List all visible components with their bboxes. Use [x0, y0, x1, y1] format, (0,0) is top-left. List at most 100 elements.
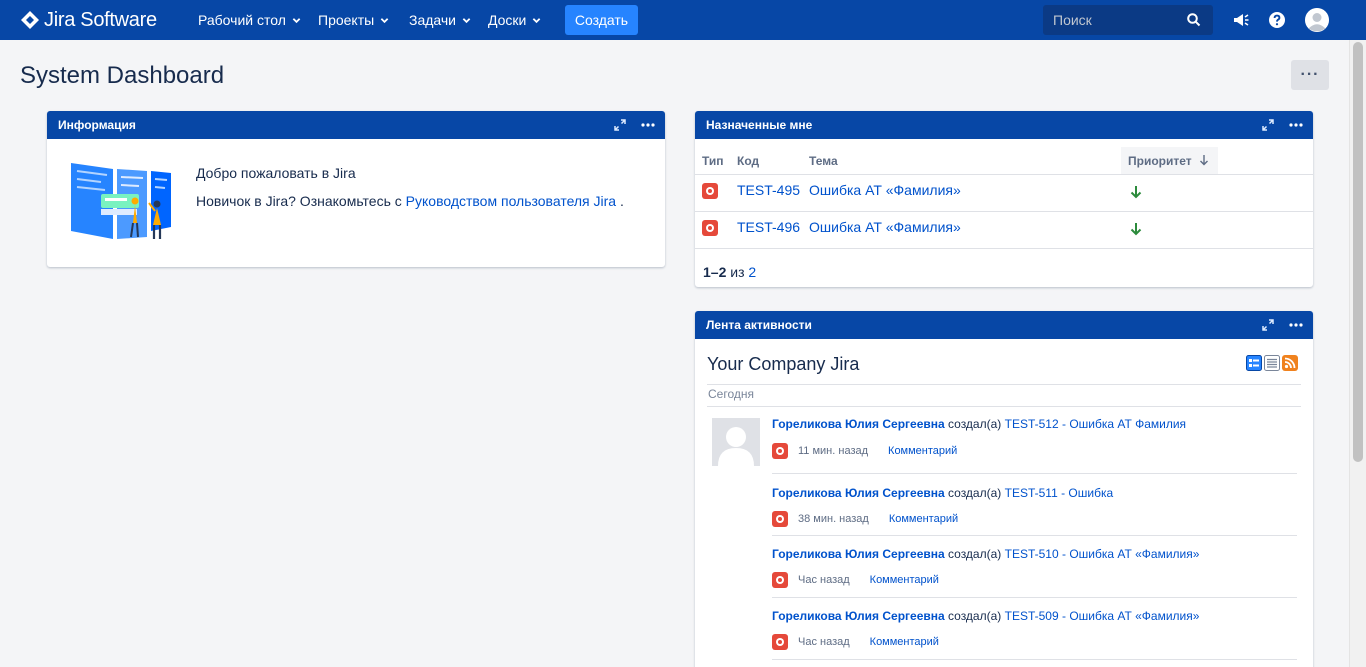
activity-time: Час назад	[798, 574, 850, 586]
list-view-icon[interactable]	[1264, 355, 1280, 371]
activity-action: создал(а)	[948, 486, 1002, 500]
activity-issue-link[interactable]: TEST-511 - Ошибка	[1005, 486, 1114, 500]
notifications-megaphone-icon[interactable]	[1231, 10, 1251, 30]
activity-entry-divider	[772, 659, 1297, 660]
column-header-key[interactable]: Код	[737, 147, 759, 175]
dashboard-more-button[interactable]: ···	[1291, 60, 1329, 90]
page-scrollbar[interactable]	[1349, 40, 1366, 667]
sort-descending-icon	[1199, 155, 1208, 166]
info-gadget-title: Информация	[58, 118, 136, 132]
info-gadget: Информация Добро пожаловать в Jira Нович…	[47, 111, 665, 267]
user-avatar[interactable]	[1305, 8, 1329, 32]
activity-user-link[interactable]: Гореликова Юлия Сергеевна	[772, 486, 945, 500]
column-header-type[interactable]: Тип	[702, 147, 724, 175]
search-box	[1043, 5, 1213, 35]
activity-stream-title: Your Company Jira	[707, 354, 860, 374]
nav-dashboards-label: Рабочий стол	[198, 12, 286, 28]
bug-issue-type-icon	[702, 220, 718, 236]
pager-total-link[interactable]: 2	[748, 264, 756, 280]
full-view-icon[interactable]	[1246, 355, 1262, 371]
user-avatar[interactable]	[712, 418, 760, 466]
info-gadget-header: Информация	[47, 111, 665, 139]
issue-summary-link[interactable]: Ошибка АТ «Фамилия»	[809, 219, 961, 235]
activity-issue-link[interactable]: TEST-509 - Ошибка АТ «Фамилия»	[1005, 609, 1200, 623]
activity-issue-link[interactable]: TEST-510 - Ошибка АТ «Фамилия»	[1005, 547, 1200, 561]
activity-entry-text: Гореликова Юлия Сергеевна создал(а) TEST…	[772, 547, 1297, 561]
activity-entry-divider	[772, 597, 1297, 598]
chevron-down-icon	[380, 17, 389, 23]
activity-issue-link[interactable]: TEST-512 - Ошибка АТ Фамилия	[1005, 417, 1186, 431]
create-button[interactable]: Создать	[565, 5, 638, 35]
logo-text: Jira Software	[44, 8, 157, 31]
nav-boards-label: Доски	[488, 12, 527, 28]
rss-feed-icon[interactable]	[1282, 355, 1298, 371]
activity-title-divider	[707, 384, 1301, 385]
row-divider	[695, 248, 1313, 249]
activity-user-link[interactable]: Гореликова Юлия Сергеевна	[772, 417, 945, 431]
maximize-icon[interactable]	[1261, 118, 1275, 132]
nav-boards[interactable]: Доски	[488, 0, 541, 40]
user-guide-link[interactable]: Руководством пользователя Jira	[406, 193, 616, 209]
activity-stream-gadget: Лента активности Your Company Jira Сегод…	[695, 311, 1313, 667]
assigned-gadget-header: Назначенные мне	[695, 111, 1313, 139]
row-divider	[695, 211, 1313, 212]
activity-action: создал(а)	[948, 547, 1002, 561]
search-icon[interactable]	[1187, 13, 1201, 27]
pager-of: из	[730, 264, 745, 280]
arrow-down-icon	[1130, 186, 1142, 199]
welcome-illustration	[71, 163, 171, 239]
maximize-icon[interactable]	[613, 118, 627, 132]
bug-issue-type-icon	[772, 443, 788, 459]
column-header-summary[interactable]: Тема	[809, 147, 838, 175]
nav-dashboards[interactable]: Рабочий стол	[198, 0, 301, 40]
jira-logo-icon	[20, 10, 40, 30]
date-group-divider	[707, 406, 1301, 407]
activity-user-link[interactable]: Гореликова Юлия Сергеевна	[772, 609, 945, 623]
comment-link[interactable]: Комментарий	[889, 513, 958, 525]
comment-link[interactable]: Комментарий	[870, 574, 939, 586]
activity-time: 11 мин. назад	[798, 445, 869, 457]
activity-entry-meta: Час назад Комментарий	[772, 634, 939, 650]
activity-time: 38 мин. назад	[798, 513, 869, 525]
activity-entry-meta: Час назад Комментарий	[772, 572, 939, 588]
scrollbar-thumb[interactable]	[1353, 42, 1363, 462]
bug-issue-type-icon	[772, 634, 788, 650]
activity-user-link[interactable]: Гореликова Юлия Сергеевна	[772, 547, 945, 561]
nav-issues[interactable]: Задачи	[409, 0, 471, 40]
activity-entry-divider	[772, 473, 1297, 474]
activity-entry: Гореликова Юлия Сергеевна создал(а) TEST…	[772, 486, 1297, 527]
activity-gadget-header: Лента активности	[695, 311, 1313, 339]
nav-projects[interactable]: Проекты	[318, 0, 389, 40]
activity-entry: Гореликова Юлия Сергеевна создал(а) TEST…	[772, 609, 1297, 650]
activity-entry-meta: 38 мин. назад Комментарий	[772, 511, 958, 527]
activity-gadget-title: Лента активности	[706, 318, 812, 332]
issue-summary-link[interactable]: Ошибка АТ «Фамилия»	[809, 182, 961, 198]
chevron-down-icon	[533, 17, 541, 23]
pagination: 1–2 из 2	[703, 264, 756, 280]
activity-view-options	[1246, 355, 1298, 371]
table-header-divider	[695, 174, 1313, 175]
comment-link[interactable]: Комментарий	[888, 445, 957, 457]
comment-link[interactable]: Комментарий	[870, 636, 939, 648]
gadget-menu-icon[interactable]	[641, 123, 655, 127]
jira-logo[interactable]: Jira Software	[20, 8, 157, 32]
help-icon[interactable]	[1267, 10, 1287, 30]
issue-key-link[interactable]: TEST-495	[737, 182, 800, 198]
chevron-down-icon	[292, 17, 301, 23]
activity-entry-meta: 11 мин. назад Комментарий	[772, 443, 957, 459]
column-header-priority[interactable]: Приоритет	[1121, 147, 1218, 175]
activity-entry: Гореликова Юлия Сергеевна создал(а) TEST…	[772, 417, 1297, 459]
activity-time: Час назад	[798, 636, 850, 648]
arrow-down-icon	[1130, 223, 1142, 236]
activity-entry-divider	[772, 535, 1297, 536]
maximize-icon[interactable]	[1261, 318, 1275, 332]
pager-range: 1–2	[703, 264, 727, 280]
top-navigation: Jira Software Рабочий стол Проекты Задач…	[0, 0, 1366, 40]
activity-action: создал(а)	[948, 417, 1002, 431]
priority-header-label: Приоритет	[1128, 154, 1192, 168]
gadget-menu-icon[interactable]	[1289, 323, 1303, 327]
gadget-menu-icon[interactable]	[1289, 123, 1303, 127]
issue-key-link[interactable]: TEST-496	[737, 219, 800, 235]
activity-action: создал(а)	[948, 609, 1002, 623]
newbie-text: Новичок в Jira? Ознакомьтесь с	[196, 193, 402, 209]
